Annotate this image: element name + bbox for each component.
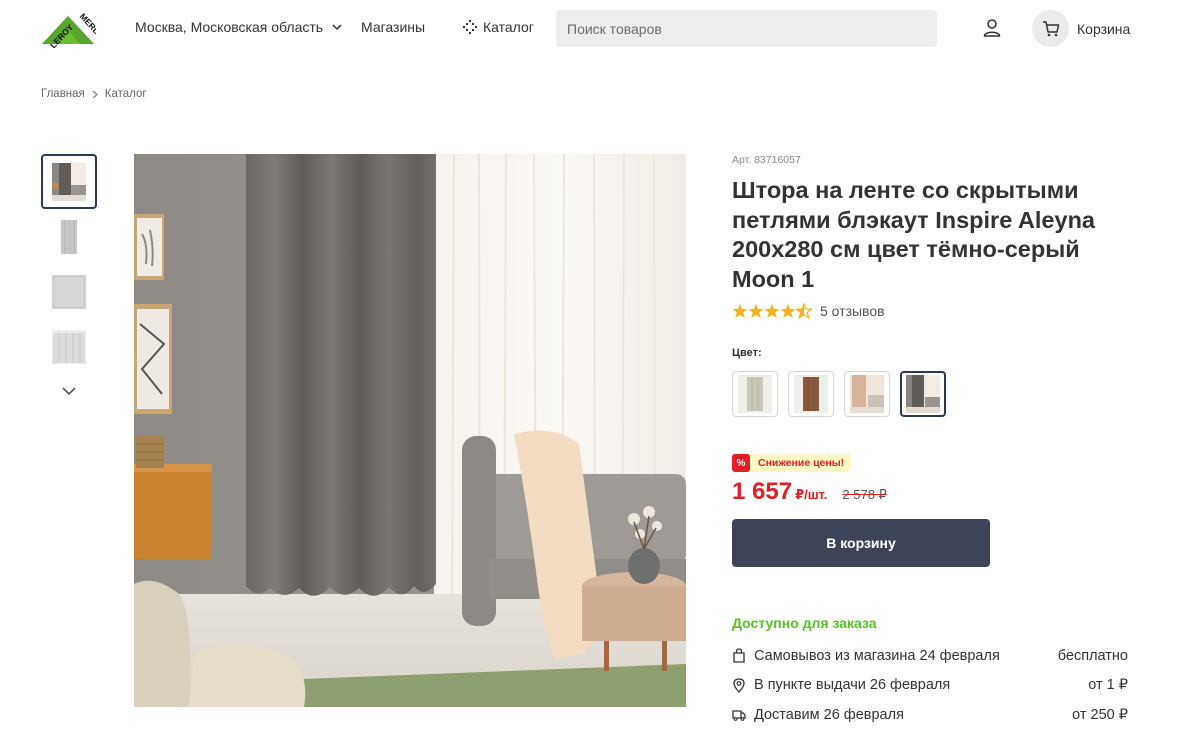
thumbnail-3[interactable] [41,264,97,319]
percent-icon: % [732,454,750,472]
product-main-image[interactable] [134,154,686,707]
chevron-right-icon [92,90,98,98]
rating-stars [732,303,812,319]
thumbnail-image [52,274,86,309]
catalog-icon [463,20,477,34]
thumbnail-1[interactable] [41,154,97,209]
thumbnail-image [61,219,77,254]
location-selector[interactable]: Москва, Московская область [135,19,343,35]
delivery-option-text: Самовывоз из магазина 24 февраля [754,647,1000,664]
thumbnails-next-button[interactable] [41,376,97,406]
cart-button[interactable]: Корзина [1032,10,1130,47]
thumbnail-4[interactable] [41,319,97,374]
chevron-down-icon [332,24,342,31]
color-label: Цвет: [732,347,762,359]
delivery-options: Самовывоз из магазина 24 февраля бесплат… [732,641,1128,730]
price-drop-text: Снижение цены! [758,457,845,469]
reviews-link[interactable]: 5 отзывов [820,303,885,319]
swatch-beige[interactable] [732,371,778,417]
star-icon [748,304,764,318]
chevron-down-icon [62,387,76,396]
leroy-merlin-logo[interactable]: LEROY MERLIN [40,10,107,50]
thumbnail-image [52,162,86,201]
breadcrumb-home[interactable]: Главная [41,88,85,100]
delivery-option-price: от 1 ₽ [1088,677,1128,694]
swatch-image [794,375,828,413]
pin-icon [733,678,745,693]
product-info-panel: Арт. 83716057 Штора на ленте со скрытыми… [732,154,1132,730]
user-profile-button[interactable] [980,16,1004,40]
old-price: 2 578 ₽ [842,487,887,502]
delivery-option-text: Доставим 26 февраля [754,706,904,723]
bag-icon [733,648,745,663]
thumbnail-2[interactable] [41,209,97,264]
thumbnail-image [52,329,86,364]
price-drop-badge: % Снижение цены! [732,454,852,472]
breadcrumb: Главная Каталог [41,88,147,100]
search-input[interactable] [556,10,937,47]
price-row: 1 657 ₽/шт. 2 578 ₽ [732,478,1132,506]
shops-link[interactable]: Магазины [361,19,425,35]
article-number: Арт. 83716057 [732,154,801,166]
delivery-option-price: бесплатно [1057,647,1128,664]
header: LEROY MERLIN Москва, Московская область … [0,0,1200,58]
rating: 5 отзывов [732,303,1132,319]
swatch-brown[interactable] [788,371,834,417]
breadcrumb-catalog[interactable]: Каталог [105,88,147,100]
location-label: Москва, Московская область [135,19,324,35]
swatch-dark-grey[interactable] [900,371,946,417]
delivery-option: Самовывоз из магазина 24 февраля бесплат… [732,641,1128,671]
delivery-option: В пункте выдачи 26 февраля от 1 ₽ [732,671,1128,701]
product-title: Штора на ленте со скрытыми петлями блэка… [732,177,1095,292]
catalog-label: Каталог [483,19,534,35]
star-icon [732,304,748,318]
cart-icon [1042,20,1059,36]
delivery-option-text: В пункте выдачи 26 февраля [754,677,951,694]
delivery-option: Доставим 26 февраля от 250 ₽ [732,700,1128,730]
catalog-button[interactable]: Каталог [462,19,534,35]
swatch-image [738,375,772,413]
availability-status: Доступно для заказа [732,615,877,631]
cart-label: Корзина [1077,20,1131,37]
star-icon [764,304,780,318]
swatch-peach[interactable] [844,371,890,417]
cart-icon-wrap [1032,10,1069,47]
swatch-image [906,375,940,413]
add-to-cart-button[interactable]: В корзину [732,519,990,567]
truck-icon [732,710,746,722]
star-icon [780,304,796,318]
color-swatches [732,371,1132,417]
delivery-option-price: от 250 ₽ [1072,706,1128,723]
product-photo [134,154,686,707]
current-price: 1 657 [732,478,793,505]
price-unit: ₽/шт. [795,487,828,502]
star-half-icon [796,303,812,319]
thumbnail-list [41,154,97,406]
user-icon [983,19,1001,37]
swatch-image [850,375,884,413]
